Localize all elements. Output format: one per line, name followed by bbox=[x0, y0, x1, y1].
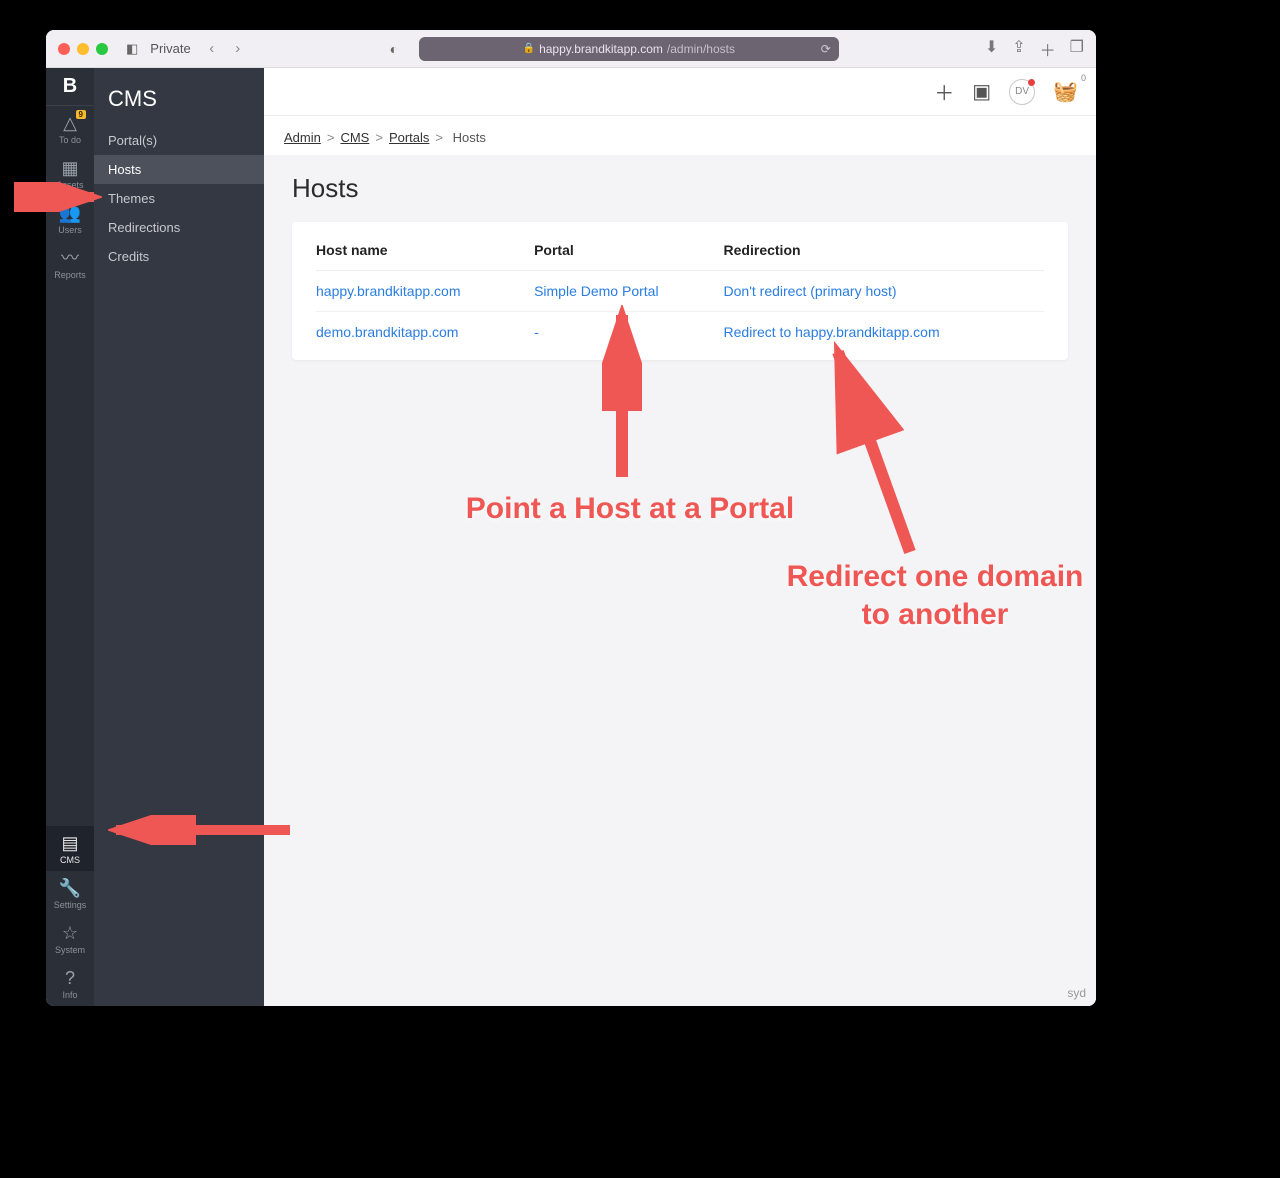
cell-link[interactable]: demo.brandkitapp.com bbox=[316, 324, 458, 340]
assets-icon: ▦ bbox=[46, 159, 94, 177]
rail-item-settings[interactable]: 🔧 Settings bbox=[46, 871, 94, 916]
footer-marker: syd bbox=[1067, 986, 1086, 1000]
subnav-item-hosts[interactable]: Hosts bbox=[94, 155, 264, 184]
rail-item-label: System bbox=[46, 945, 94, 955]
breadcrumb-separator: > bbox=[375, 130, 383, 145]
hosts-table: Host namePortalRedirection happy.brandki… bbox=[316, 226, 1044, 352]
breadcrumb-current: Hosts bbox=[453, 130, 486, 145]
table-header: Host name bbox=[316, 226, 534, 271]
table-header: Portal bbox=[534, 226, 723, 271]
close-window-icon[interactable] bbox=[58, 43, 70, 55]
rail-item-label: Reports bbox=[46, 270, 94, 280]
rail-item-label: To do bbox=[46, 135, 94, 145]
table-cell-portal: - bbox=[534, 312, 723, 353]
rail-item-to-do[interactable]: △ To do 9 bbox=[46, 106, 94, 151]
hosts-panel: Host namePortalRedirection happy.brandki… bbox=[292, 222, 1068, 360]
rail-item-label: Assets bbox=[46, 180, 94, 190]
rail-item-label: CMS bbox=[46, 855, 94, 865]
page-title: Hosts bbox=[292, 173, 1068, 204]
zoom-window-icon[interactable] bbox=[96, 43, 108, 55]
app-body: B △ To do 9 ▦ Assets 👥 Users 〰 Reports ▤ CMS 🔧 Sett… bbox=[46, 68, 1096, 1006]
cell-link[interactable]: happy.brandkitapp.com bbox=[316, 283, 461, 299]
rail-item-label: Settings bbox=[46, 900, 94, 910]
minimize-window-icon[interactable] bbox=[77, 43, 89, 55]
system-icon: ☆ bbox=[46, 924, 94, 942]
table-cell-host: happy.brandkitapp.com bbox=[316, 271, 534, 312]
content-area: Hosts Host namePortalRedirection happy.b… bbox=[264, 155, 1096, 1006]
cell-link[interactable]: Redirect to happy.brandkitapp.com bbox=[724, 324, 940, 340]
users-icon: 👥 bbox=[46, 204, 94, 222]
settings-icon: 🔧 bbox=[46, 879, 94, 897]
forward-button[interactable]: › bbox=[229, 40, 247, 57]
rail-item-label: Users bbox=[46, 225, 94, 235]
table-cell-redir: Redirect to happy.brandkitapp.com bbox=[724, 312, 1044, 353]
subnav-title: CMS bbox=[94, 68, 264, 126]
avatar-initials: DV bbox=[1015, 86, 1029, 97]
subnav-item-themes[interactable]: Themes bbox=[94, 184, 264, 213]
breadcrumb-link[interactable]: Admin bbox=[284, 130, 321, 145]
basket-count: 0 bbox=[1081, 73, 1086, 83]
breadcrumb-link[interactable]: Portals bbox=[389, 130, 429, 145]
window-controls bbox=[58, 43, 108, 55]
nav-rail: B △ To do 9 ▦ Assets 👥 Users 〰 Reports ▤ CMS 🔧 Sett… bbox=[46, 68, 94, 1006]
inbox-icon[interactable]: ▣ bbox=[972, 79, 991, 104]
cms-subnav: CMS Portal(s)HostsThemesRedirectionsCred… bbox=[94, 68, 264, 1006]
basket-icon[interactable]: 🧺0 bbox=[1053, 79, 1078, 104]
table-cell-host: demo.brandkitapp.com bbox=[316, 312, 534, 353]
url-bar[interactable]: 🔒 happy.brandkitapp.com/admin/hosts ⟳ bbox=[419, 37, 839, 61]
to do-icon: △ bbox=[46, 114, 94, 132]
table-row: demo.brandkitapp.com - Redirect to happy.b… bbox=[316, 312, 1044, 353]
browser-chrome: ◧ Private ‹ › ◐ 🔒 happy.brandkitapp.com/… bbox=[46, 30, 1096, 68]
back-button[interactable]: ‹ bbox=[203, 40, 221, 57]
subnav-item-credits[interactable]: Credits bbox=[94, 242, 264, 271]
app-logo[interactable]: B bbox=[46, 68, 94, 106]
subnav-item-portal-s[interactable]: Portal(s) bbox=[94, 126, 264, 155]
subnav-item-redirections[interactable]: Redirections bbox=[94, 213, 264, 242]
new-tab-icon[interactable]: ＋ bbox=[1040, 37, 1056, 61]
private-mode-label: Private bbox=[150, 41, 190, 56]
info-icon: ? bbox=[46, 969, 94, 987]
breadcrumb-separator: > bbox=[327, 130, 335, 145]
cell-link[interactable]: Don't redirect (primary host) bbox=[724, 283, 897, 299]
chrome-right-controls: ⬇︎ ⇪ ＋ ❐ bbox=[985, 37, 1084, 61]
rail-item-assets[interactable]: ▦ Assets bbox=[46, 151, 94, 196]
rail-item-info[interactable]: ? Info bbox=[46, 961, 94, 1006]
table-cell-portal: Simple Demo Portal bbox=[534, 271, 723, 312]
breadcrumb-separator: > bbox=[435, 130, 443, 145]
table-header: Redirection bbox=[724, 226, 1044, 271]
reports-icon: 〰 bbox=[46, 249, 94, 267]
tab-overview-icon[interactable]: ❐ bbox=[1070, 37, 1084, 61]
lock-icon: 🔒 bbox=[523, 43, 535, 54]
privacy-shield-icon[interactable]: ◐ bbox=[385, 41, 403, 57]
cell-link[interactable]: Simple Demo Portal bbox=[534, 283, 659, 299]
rail-item-system[interactable]: ☆ System bbox=[46, 916, 94, 961]
add-icon[interactable]: ＋ bbox=[934, 77, 954, 106]
rail-item-reports[interactable]: 〰 Reports bbox=[46, 241, 94, 286]
reload-icon[interactable]: ⟳ bbox=[821, 42, 831, 56]
rail-item-cms[interactable]: ▤ CMS bbox=[46, 826, 94, 871]
url-host: happy.brandkitapp.com bbox=[539, 42, 663, 56]
table-row: happy.brandkitapp.com Simple Demo Portal D… bbox=[316, 271, 1044, 312]
avatar[interactable]: DV bbox=[1009, 79, 1035, 105]
url-path: /admin/hosts bbox=[667, 42, 735, 56]
rail-item-users[interactable]: 👥 Users bbox=[46, 196, 94, 241]
topbar: ＋ ▣ DV 🧺0 bbox=[264, 68, 1096, 116]
breadcrumb-link[interactable]: CMS bbox=[340, 130, 369, 145]
cms-icon: ▤ bbox=[46, 834, 94, 852]
downloads-icon[interactable]: ⬇︎ bbox=[985, 37, 998, 61]
browser-window: ◧ Private ‹ › ◐ 🔒 happy.brandkitapp.com/… bbox=[46, 30, 1096, 1006]
rail-badge: 9 bbox=[76, 110, 86, 119]
share-icon[interactable]: ⇪ bbox=[1012, 37, 1025, 61]
rail-item-label: Info bbox=[46, 990, 94, 1000]
cell-link[interactable]: - bbox=[534, 324, 539, 340]
main-column: ＋ ▣ DV 🧺0 Admin > CMS > Portals > Hosts Hosts… bbox=[264, 68, 1096, 1006]
table-cell-redir: Don't redirect (primary host) bbox=[724, 271, 1044, 312]
sidebar-toggle-icon[interactable]: ◧ bbox=[122, 39, 142, 59]
breadcrumb: Admin > CMS > Portals > Hosts bbox=[264, 116, 1096, 155]
